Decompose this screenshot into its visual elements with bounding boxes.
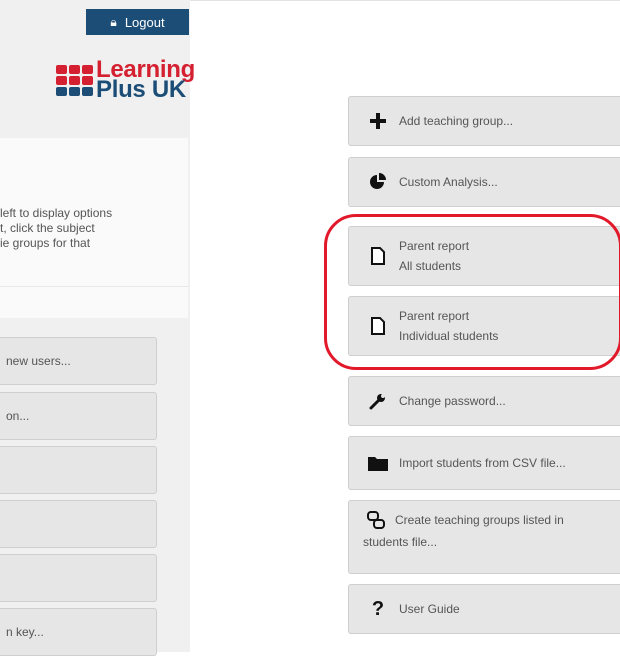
change-password-button[interactable]: Change password... <box>348 376 620 426</box>
add-new-users-button[interactable]: new users... <box>0 337 157 385</box>
left-button-6[interactable]: n key... <box>0 608 157 656</box>
import-students-label: Import students from CSV file... <box>399 456 566 470</box>
left-button-4[interactable] <box>0 500 157 548</box>
info-line-3: ie groups for that <box>0 236 91 250</box>
change-password-label: Change password... <box>399 394 506 408</box>
left-button-label: n key... <box>6 625 44 639</box>
left-button-5[interactable] <box>0 554 157 602</box>
add-teaching-group-label: Add teaching group... <box>399 114 514 128</box>
info-text: left to display options t, click the sub… <box>0 206 188 251</box>
parent-report-subtitle: All students <box>399 259 462 273</box>
question-icon: ? <box>371 597 385 620</box>
logo-line2: Plus UK <box>96 76 186 103</box>
custom-analysis-button[interactable]: Custom Analysis... <box>348 157 620 207</box>
wrench-icon <box>365 392 391 410</box>
left-button-3[interactable] <box>0 446 157 494</box>
create-groups-label-line1: Create teaching groups listed in <box>395 513 564 527</box>
document-icon <box>365 317 391 335</box>
import-students-csv-button[interactable]: Import students from CSV file... <box>348 436 620 490</box>
plus-icon <box>365 112 391 130</box>
user-guide-label: User Guide <box>399 602 460 616</box>
parent-report-title: Parent report <box>399 309 470 323</box>
panel-divider <box>0 286 188 287</box>
pie-chart-icon <box>365 173 391 191</box>
lock-icon: 🔒︎ <box>110 14 117 29</box>
add-teaching-group-button[interactable]: Add teaching group... <box>348 96 620 146</box>
parent-report-individual-button[interactable]: Parent report Individual students <box>348 296 620 356</box>
groups-icon <box>363 511 389 529</box>
custom-analysis-label: Custom Analysis... <box>399 175 498 189</box>
left-button-label: on... <box>6 409 30 423</box>
create-groups-label-line2: students file... <box>363 535 438 549</box>
info-panel: left to display options t, click the sub… <box>0 138 188 318</box>
logout-button[interactable]: 🔒︎ Logout <box>86 9 189 35</box>
learning-plus-uk-logo: Learning Plus UK <box>56 58 195 104</box>
parent-report-all-button[interactable]: Parent report All students <box>348 226 620 286</box>
left-button-label: new users... <box>6 354 71 368</box>
user-guide-button[interactable]: ? User Guide <box>348 584 620 634</box>
logo-squares-icon <box>56 65 93 96</box>
folder-icon <box>365 455 391 471</box>
info-line-2: t, click the subject <box>0 221 95 235</box>
document-icon <box>365 247 391 265</box>
create-teaching-groups-button[interactable]: Create teaching groups listed in student… <box>348 500 620 574</box>
parent-report-title: Parent report <box>399 239 470 253</box>
info-line-1: left to display options <box>0 206 113 220</box>
parent-report-subtitle: Individual students <box>399 329 499 343</box>
left-button-2[interactable]: on... <box>0 392 157 440</box>
logout-label: Logout <box>124 14 165 30</box>
